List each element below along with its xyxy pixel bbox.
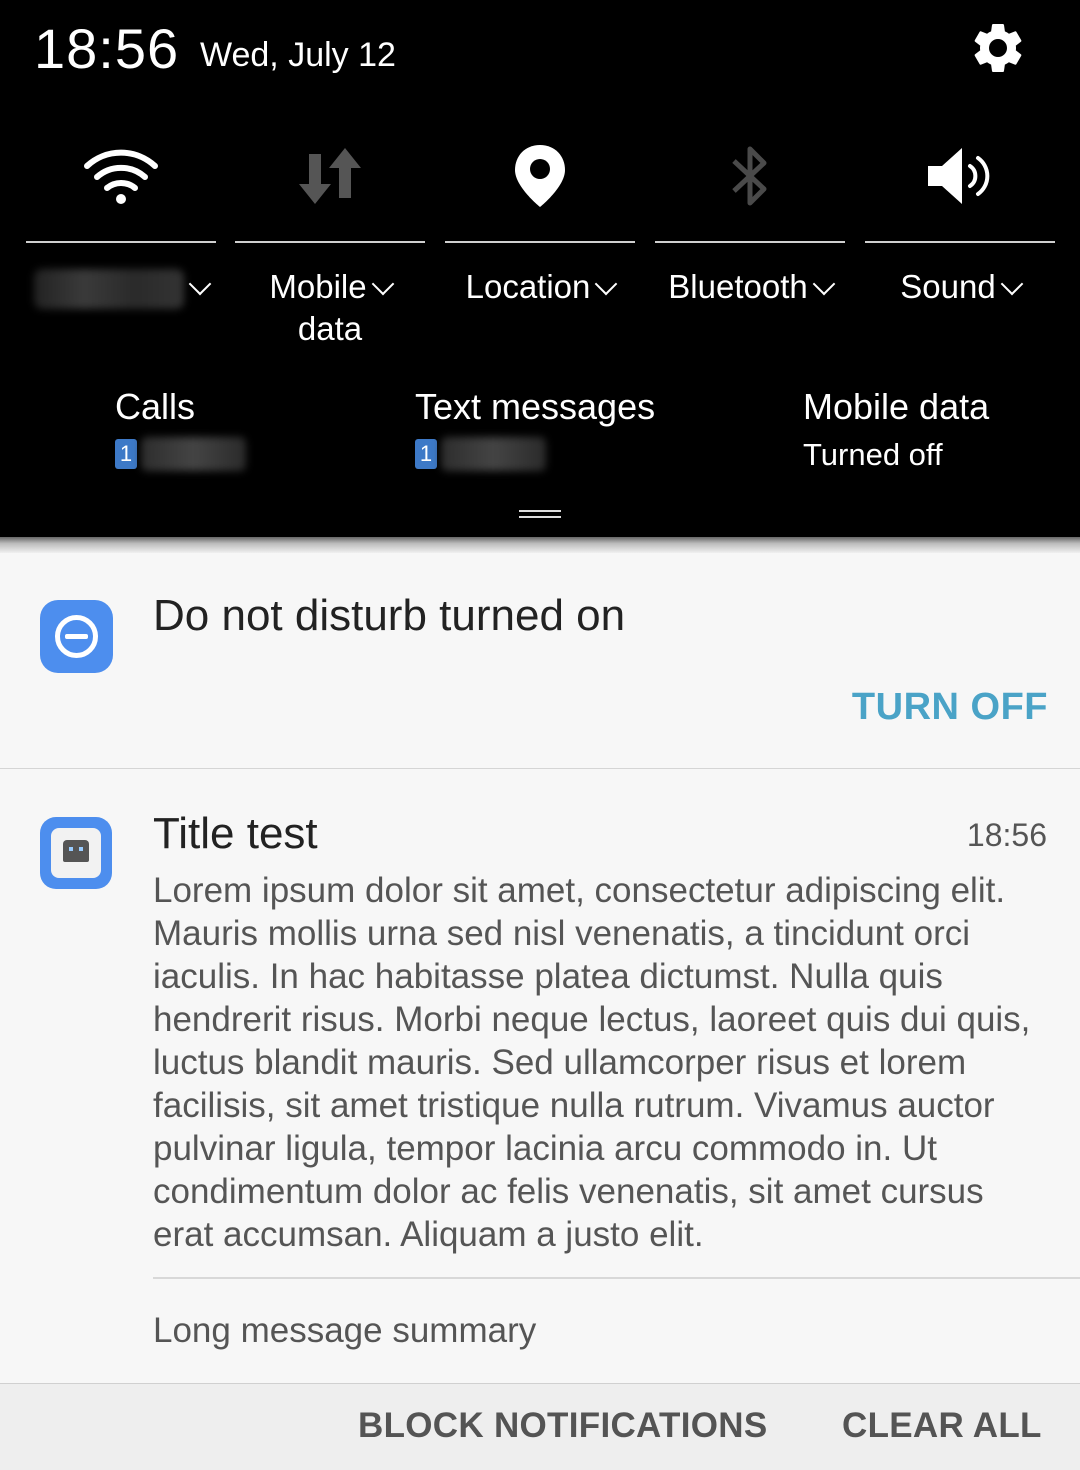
turn-off-button[interactable]: TURN OFF <box>852 686 1048 729</box>
sim-badge: 1 <box>415 439 437 469</box>
tile-label-line2: data <box>297 310 363 347</box>
quick-settings-panel: 18:56 Wed, July 12 Mobile data Location … <box>0 0 1080 540</box>
sim-calls[interactable]: Calls 1 <box>115 385 246 471</box>
sim-mobile-data-status: Turned off <box>803 437 943 472</box>
panel-shadow <box>0 537 1080 553</box>
tile-divider <box>865 241 1055 243</box>
blurred-carrier <box>441 437 546 471</box>
sim-badge: 1 <box>115 439 137 469</box>
tile-label: Location <box>465 268 591 305</box>
do-not-disturb-icon <box>40 600 113 673</box>
tile-location[interactable]: Location <box>445 120 635 360</box>
chevron-down-icon <box>371 272 394 296</box>
dnd-text: Do not disturb turned on <box>153 591 626 640</box>
tile-mobile-data[interactable]: Mobile data <box>235 120 425 360</box>
tile-wifi[interactable] <box>26 120 216 360</box>
divider <box>153 1277 1080 1279</box>
tile-label: Mobile <box>269 268 367 305</box>
tile-sound[interactable]: Sound <box>865 120 1055 360</box>
tile-divider <box>26 241 216 243</box>
notification-summary: Long message summary <box>153 1311 537 1350</box>
notification-body: Lorem ipsum dolor sit amet, consectetur … <box>153 871 1031 1254</box>
blurred-carrier <box>141 437 246 471</box>
quick-tiles: Mobile data Location Bluetooth Sound <box>0 120 1080 360</box>
panel-drag-handle[interactable] <box>519 510 561 518</box>
tile-divider <box>655 241 845 243</box>
sim-texts[interactable]: Text messages 1 <box>415 385 655 471</box>
clear-all-button[interactable]: CLEAR ALL <box>842 1406 1042 1446</box>
blurred-ssid <box>34 269 184 310</box>
bluetooth-icon <box>655 140 845 212</box>
sim-calls-title: Calls <box>115 386 196 427</box>
wifi-icon <box>26 140 216 212</box>
speaker-icon <box>865 140 1055 212</box>
tile-divider <box>445 241 635 243</box>
tile-label: Bluetooth <box>668 268 808 305</box>
block-notifications-button[interactable]: BLOCK NOTIFICATIONS <box>358 1406 767 1446</box>
notification-time: 18:56 <box>966 817 1047 853</box>
notification-title: Title test <box>153 809 318 858</box>
tile-divider <box>235 241 425 243</box>
sim-info: Calls 1 Text messages 1 Mobile data Turn… <box>0 385 1080 495</box>
chevron-down-icon <box>812 272 836 296</box>
location-pin-icon <box>445 140 635 212</box>
sim-mobile-data-title: Mobile data <box>803 386 990 427</box>
mobile-data-icon <box>235 140 425 212</box>
clock: 18:56 <box>34 17 180 80</box>
tile-label: Sound <box>900 268 996 305</box>
chevron-down-icon <box>188 272 212 296</box>
sim-texts-title: Text messages <box>415 386 656 427</box>
app-android-icon <box>40 817 112 889</box>
sim-mobile-data[interactable]: Mobile data Turned off <box>803 385 989 473</box>
notification-footer: BLOCK NOTIFICATIONS CLEAR ALL <box>0 1383 1080 1470</box>
tile-bluetooth[interactable]: Bluetooth <box>655 120 845 360</box>
chevron-down-icon <box>1000 272 1024 296</box>
settings-gear-icon[interactable] <box>968 18 1028 78</box>
dnd-notification[interactable]: Do not disturb turned on TURN OFF <box>0 553 1080 768</box>
date: Wed, July 12 <box>200 36 396 74</box>
app-notification[interactable]: Title test 18:56 Lorem ipsum dolor sit a… <box>0 769 1080 1383</box>
wifi-network-label <box>26 266 216 310</box>
chevron-down-icon <box>595 272 618 296</box>
